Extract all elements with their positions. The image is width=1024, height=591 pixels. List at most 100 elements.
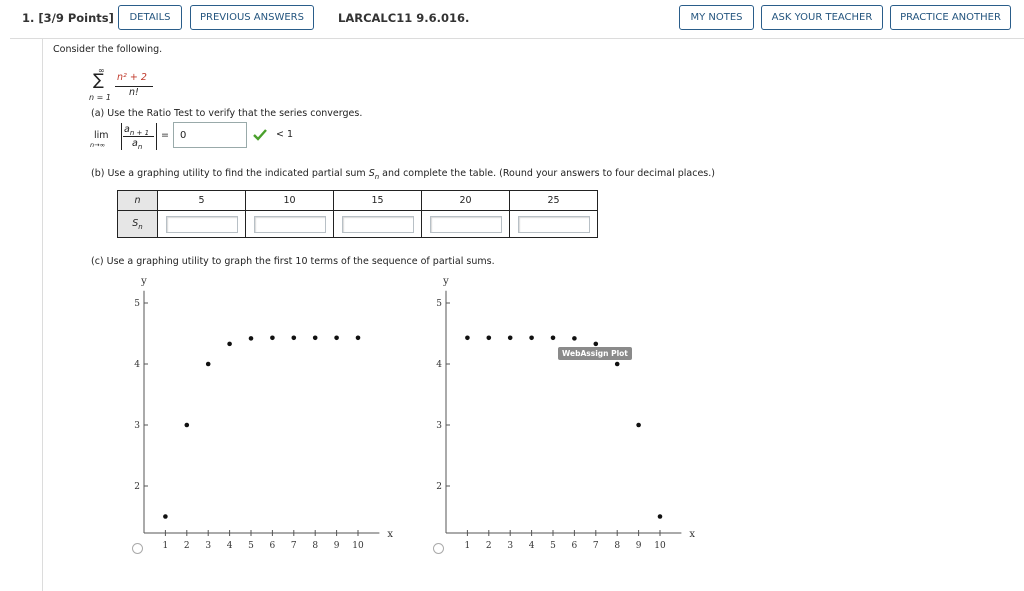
data-point — [550, 335, 556, 341]
data-point — [355, 335, 361, 341]
lim-subscript: n→∞ — [90, 141, 105, 149]
data-point — [312, 335, 318, 341]
question-body: Consider the following. ∞ ∑ n = 1 n² + 2… — [42, 39, 1020, 591]
my-notes-button[interactable]: MY NOTES — [679, 5, 754, 30]
intro-text: Consider the following. — [53, 44, 163, 55]
series-denominator: n! — [129, 87, 139, 98]
question-header: 1. [3/9 Points] DETAILS PREVIOUS ANSWERS… — [10, 0, 1024, 39]
y-axis-label: y — [140, 276, 147, 287]
x-tick-label: 7 — [593, 541, 599, 548]
part-b-text: (b) Use a graphing utility to find the i… — [91, 168, 715, 181]
ratio-fraction-line — [123, 136, 154, 137]
n-value-15: 15 — [333, 190, 422, 211]
problem-code: LARCALC11 9.6.016. — [338, 11, 470, 25]
ratio-numerator: an + 1 — [124, 124, 150, 137]
x-tick-label: 3 — [205, 541, 211, 548]
webassign-plot-badge: WebAssign Plot — [558, 347, 632, 360]
x-tick-label: 4 — [227, 541, 233, 548]
question-number: 1. [3/9 Points] — [22, 11, 114, 25]
data-point — [657, 514, 663, 519]
data-point — [291, 335, 297, 341]
x-tick-label: 1 — [465, 541, 471, 548]
x-tick-label: 9 — [636, 541, 642, 548]
x-tick-label: 9 — [334, 541, 340, 548]
data-point — [163, 514, 168, 519]
abs-bar-left — [121, 123, 122, 150]
data-point — [270, 335, 275, 341]
lim-label: lim — [94, 130, 109, 141]
data-point — [529, 335, 534, 341]
x-tick-label: 1 — [163, 541, 169, 548]
sigma-lower: n = 1 — [89, 93, 111, 102]
n-value-25: 25 — [509, 190, 598, 211]
x-tick-label: 10 — [654, 541, 666, 548]
data-point — [334, 335, 339, 341]
series-numerator: n² + 2 — [117, 72, 147, 83]
data-point — [465, 335, 470, 341]
s5-cell — [157, 210, 246, 238]
data-point — [248, 336, 254, 341]
graph-option-1[interactable]: y x 2 3 4 5 1 2 3 4 5 6 7 8 9 10 — [128, 273, 428, 548]
y-tick-label: 3 — [134, 421, 140, 431]
s15-cell — [333, 210, 422, 238]
x-tick-label: 6 — [270, 541, 276, 548]
x-tick-label: 5 — [248, 541, 254, 548]
y-tick-label: 4 — [134, 360, 140, 370]
data-point — [227, 341, 232, 347]
n-value-20: 20 — [421, 190, 510, 211]
x-tick-label: 8 — [614, 541, 620, 548]
data-point — [507, 335, 513, 341]
x-tick-label: 10 — [352, 541, 364, 548]
y-tick-label: 2 — [134, 482, 140, 492]
s25-cell — [509, 210, 598, 238]
data-point — [184, 422, 190, 428]
limit-answer-input[interactable]: 0 — [173, 122, 247, 148]
y-tick-label: 5 — [436, 299, 442, 309]
x-tick-label: 8 — [312, 541, 318, 548]
less-than-one: < 1 — [276, 129, 294, 140]
x-tick-label: 6 — [572, 541, 578, 548]
s-row-label: Sn — [117, 210, 158, 238]
y-axis-label: y — [442, 276, 449, 287]
sigma-symbol: ∑ — [93, 70, 104, 89]
part-a-text: (a) Use the Ratio Test to verify that th… — [91, 108, 363, 119]
data-point — [593, 341, 599, 347]
s15-input[interactable] — [341, 215, 414, 233]
practice-another-button[interactable]: PRACTICE ANOTHER — [890, 5, 1011, 30]
partial-sums-table: n 5 10 15 20 25 Sn — [117, 190, 598, 238]
s20-cell — [421, 210, 510, 238]
data-point — [205, 361, 211, 367]
y-tick-label: 5 — [134, 299, 140, 309]
y-tick-label: 4 — [436, 360, 442, 370]
previous-answers-button[interactable]: PREVIOUS ANSWERS — [190, 5, 314, 30]
y-tick-label: 3 — [436, 421, 442, 431]
x-tick-label: 3 — [507, 541, 513, 548]
x-tick-label: 5 — [550, 541, 556, 548]
part-c-text: (c) Use a graphing utility to graph the … — [91, 256, 495, 267]
abs-bar-right — [156, 123, 157, 150]
x-tick-label: 4 — [529, 541, 535, 548]
n-value-5: 5 — [157, 190, 246, 211]
s20-input[interactable] — [429, 215, 502, 233]
data-point — [572, 336, 577, 341]
s5-input[interactable] — [165, 215, 238, 233]
ratio-denominator: an — [132, 138, 143, 151]
data-point — [486, 335, 492, 341]
x-tick-label: 7 — [291, 541, 297, 548]
correct-check-icon — [253, 129, 267, 141]
s25-input[interactable] — [517, 215, 590, 233]
s10-cell — [245, 210, 334, 238]
x-axis-label: x — [387, 529, 393, 540]
data-point — [614, 361, 620, 367]
s10-input[interactable] — [253, 215, 326, 233]
n-row-label: n — [117, 190, 158, 211]
graph-option-2[interactable]: y x 2 3 4 5 1 2 3 4 5 6 7 8 9 10 — [430, 273, 730, 548]
table-row: n 5 10 15 20 25 — [117, 190, 598, 211]
x-tick-label: 2 — [486, 541, 492, 548]
details-button[interactable]: DETAILS — [118, 5, 182, 30]
ask-your-teacher-button[interactable]: ASK YOUR TEACHER — [761, 5, 883, 30]
y-tick-label: 2 — [436, 482, 442, 492]
data-point — [636, 422, 641, 428]
n-value-10: 10 — [245, 190, 334, 211]
equals-sign: = — [161, 130, 169, 141]
